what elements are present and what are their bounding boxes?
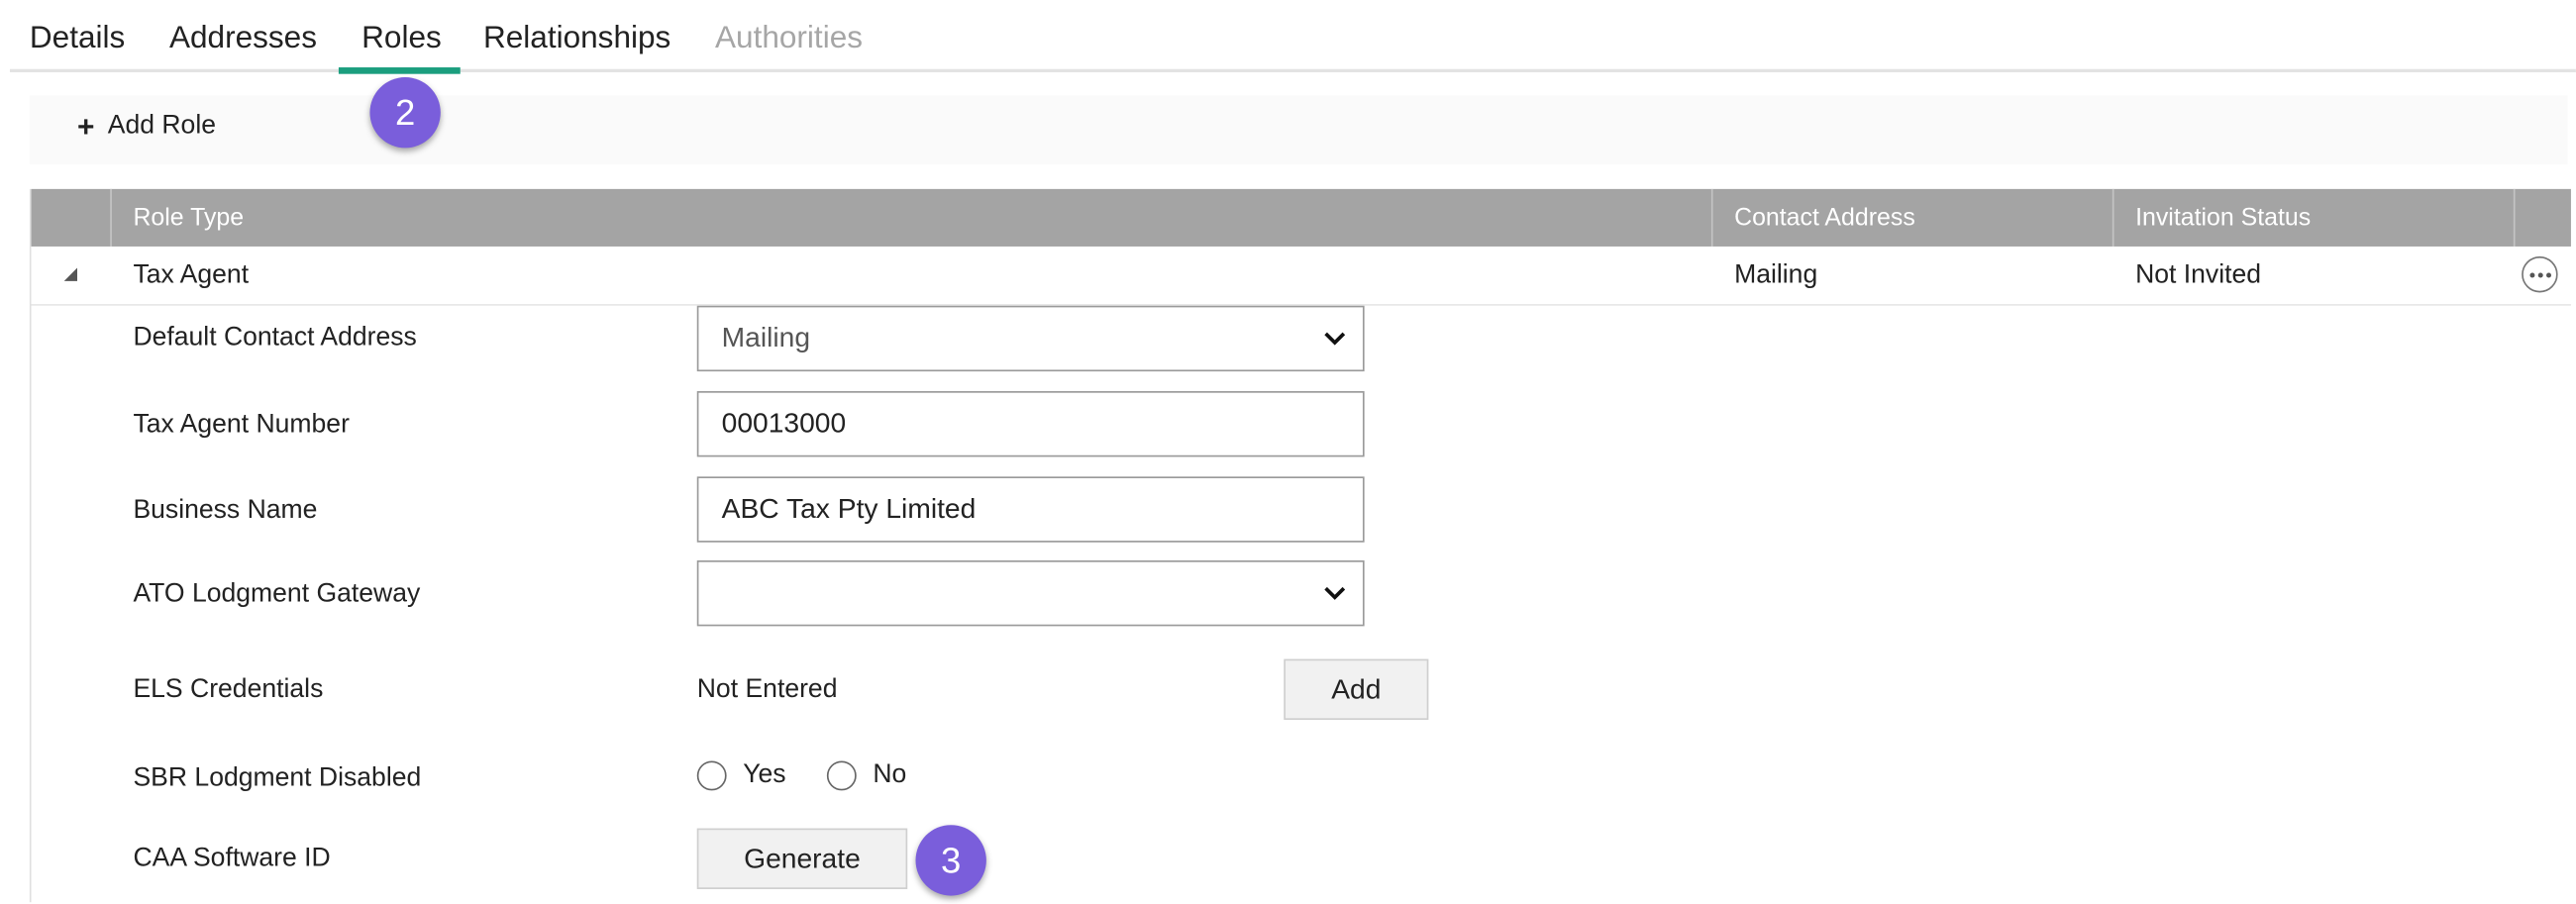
plus-icon: + xyxy=(77,110,95,144)
step-badge-2: 2 xyxy=(369,77,441,149)
default-contact-address-value: Mailing xyxy=(721,322,811,353)
business-name-value: ABC Tax Pty Limited xyxy=(721,492,977,525)
els-credentials-label: ELS Credentials xyxy=(133,675,324,704)
sbr-no-radio[interactable]: No xyxy=(826,760,907,791)
more-options-icon[interactable] xyxy=(2522,255,2558,293)
radio-circle[interactable] xyxy=(826,760,857,791)
tab-relationships[interactable]: Relationships xyxy=(483,22,670,58)
add-role-button[interactable]: + Add Role xyxy=(77,112,216,142)
tax-agent-number-input[interactable]: 00013000 xyxy=(696,391,1365,457)
active-tab-indicator xyxy=(338,67,461,74)
expand-column-header xyxy=(32,188,112,247)
column-header-role-type[interactable]: Role Type xyxy=(112,188,1713,247)
column-header-contact-address[interactable]: Contact Address xyxy=(1713,188,2114,247)
business-name-input[interactable]: ABC Tax Pty Limited xyxy=(696,476,1365,543)
cell-contact-address: Mailing xyxy=(1734,260,1818,290)
collapse-triangle-icon[interactable] xyxy=(63,267,78,281)
ato-lodgment-gateway-label: ATO Lodgment Gateway xyxy=(133,579,421,609)
grid-header: Role Type Contact Address Invitation Sta… xyxy=(31,188,2571,247)
step-badge-3: 3 xyxy=(915,825,986,896)
default-contact-address-label: Default Contact Address xyxy=(133,323,417,352)
business-name-label: Business Name xyxy=(133,496,318,525)
sbr-yes-label: Yes xyxy=(743,760,786,789)
add-els-credentials-button[interactable]: Add xyxy=(1284,658,1429,720)
sbr-yes-radio[interactable]: Yes xyxy=(696,760,786,791)
cell-role-type: Tax Agent xyxy=(133,260,250,290)
actions-column-header xyxy=(2515,189,2570,247)
ato-lodgment-gateway-select[interactable] xyxy=(696,559,1365,627)
tab-authorities: Authorities xyxy=(715,21,864,56)
table-row[interactable]: Tax Agent Mailing Not Invited xyxy=(31,246,2571,306)
els-credentials-status: Not Entered xyxy=(696,675,838,704)
tab-roles[interactable]: Roles xyxy=(361,22,442,58)
sbr-lodgment-disabled-label: SBR Lodgment Disabled xyxy=(133,763,422,793)
column-header-invitation-status[interactable]: Invitation Status xyxy=(2114,188,2516,247)
tax-agent-number-value: 00013000 xyxy=(721,407,847,440)
sbr-no-label: No xyxy=(873,760,907,789)
roles-grid: Role Type Contact Address Invitation Sta… xyxy=(29,188,2571,903)
chevron-down-icon xyxy=(1324,586,1346,600)
caa-software-id-label: CAA Software ID xyxy=(133,845,331,873)
add-role-label: Add Role xyxy=(107,111,217,141)
page: Details Addresses Roles Relationships Au… xyxy=(0,0,2576,903)
default-contact-address-select[interactable]: Mailing xyxy=(696,305,1365,372)
chevron-down-icon xyxy=(1324,332,1346,346)
tab-details[interactable]: Details xyxy=(30,22,125,58)
tax-agent-number-label: Tax Agent Number xyxy=(133,410,350,440)
radio-circle[interactable] xyxy=(696,760,727,791)
generate-button[interactable]: Generate xyxy=(696,828,908,889)
tab-addresses[interactable]: Addresses xyxy=(169,22,317,58)
cell-invitation-status: Not Invited xyxy=(2135,260,2262,290)
